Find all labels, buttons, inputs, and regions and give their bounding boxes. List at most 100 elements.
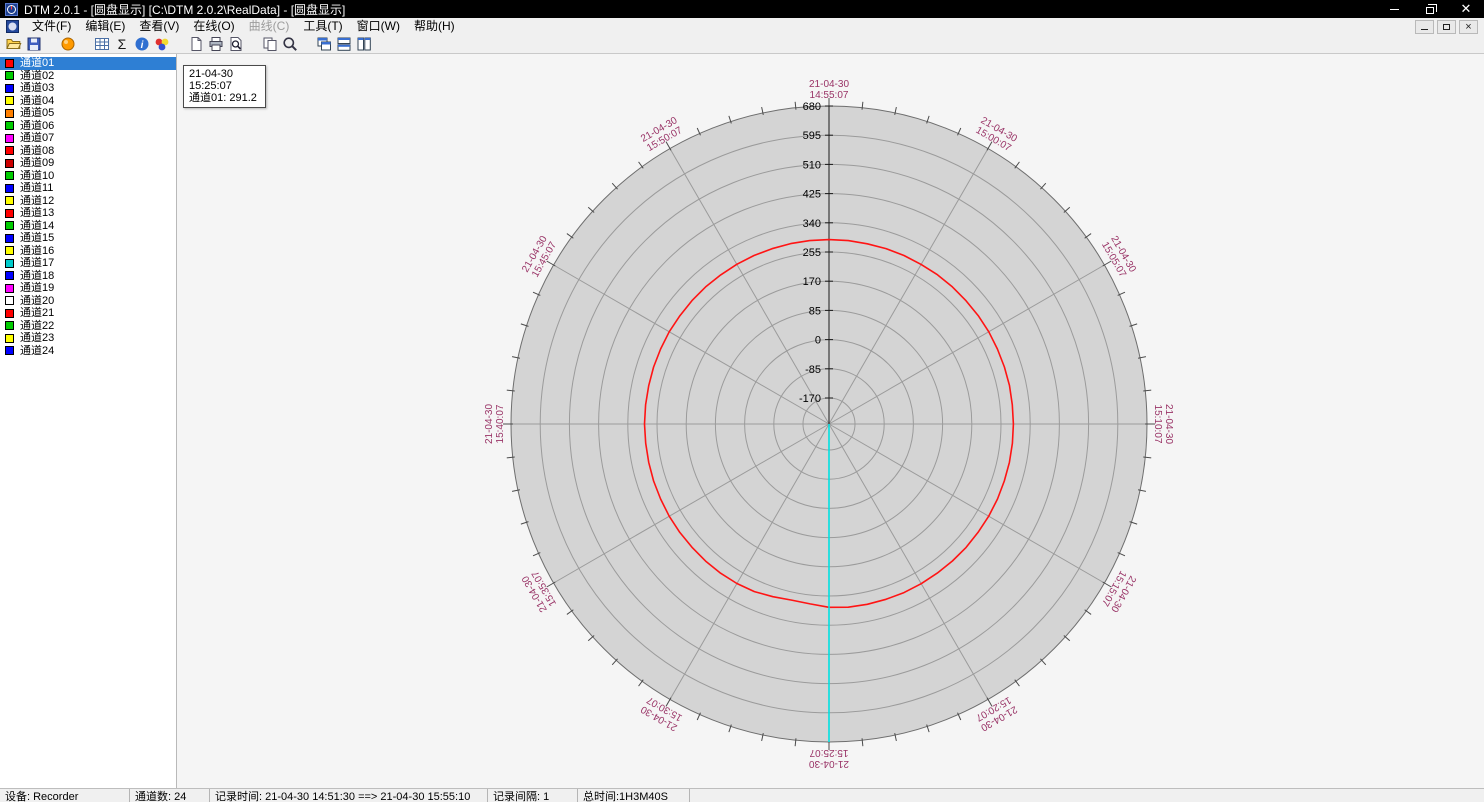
cascade-windows-button[interactable] — [314, 35, 334, 53]
channel-item-16[interactable]: 通道16 — [0, 245, 176, 258]
menu-file[interactable]: 文件(F) — [25, 18, 78, 35]
chart-area[interactable]: 680595510425340255170850-85-17021-04-301… — [177, 54, 1484, 788]
channel-item-13[interactable]: 通道13 — [0, 207, 176, 220]
toolbar: Σi — [0, 35, 1484, 54]
channel-color-swatch — [5, 321, 14, 330]
child-restore-button[interactable] — [1437, 20, 1456, 34]
channel-item-12[interactable]: 通道12 — [0, 195, 176, 208]
ball-button[interactable] — [58, 35, 78, 53]
channel-color-swatch — [5, 259, 14, 268]
status-bar: 设备: Recorder通道数: 24记录时间: 21-04-30 14:51:… — [0, 788, 1484, 802]
channel-label: 通道06 — [20, 120, 54, 132]
value-tooltip: 21-04-30 15:25:07 通道01: 291.2 — [183, 65, 266, 108]
channel-item-01[interactable]: 通道01 — [0, 57, 176, 70]
menu-view[interactable]: 查看(V) — [132, 18, 186, 35]
channel-item-14[interactable]: 通道14 — [0, 220, 176, 233]
channel-label: 通道07 — [20, 132, 54, 144]
sigma-button[interactable]: Σ — [112, 35, 132, 53]
channel-list: 通道01通道02通道03通道04通道05通道06通道07通道08通道09通道10… — [0, 54, 177, 788]
radial-axis-label: 255 — [803, 247, 821, 259]
ball-icon — [60, 36, 76, 52]
menu-window[interactable]: 窗口(W) — [350, 18, 407, 35]
title-bar: DTM 2.0.1 - [圆盘显示] [C:\DTM 2.0.2\RealDat… — [0, 0, 1484, 18]
polar-chart[interactable]: 680595510425340255170850-85-17021-04-301… — [177, 54, 1484, 788]
radial-axis-label: 595 — [803, 130, 821, 142]
channel-item-22[interactable]: 通道22 — [0, 320, 176, 333]
channel-label: 通道14 — [20, 220, 54, 232]
channel-color-swatch — [5, 309, 14, 318]
tooltip-time: 15:25:07 — [189, 80, 257, 92]
channel-label: 通道04 — [20, 95, 54, 107]
print-button[interactable] — [206, 35, 226, 53]
radial-axis-label: -85 — [805, 364, 821, 376]
menu-tools[interactable]: 工具(T) — [296, 18, 349, 35]
radial-axis-label: 0 — [815, 335, 821, 347]
channel-item-07[interactable]: 通道07 — [0, 132, 176, 145]
table-button[interactable] — [92, 35, 112, 53]
channel-item-11[interactable]: 通道11 — [0, 182, 176, 195]
channel-item-18[interactable]: 通道18 — [0, 270, 176, 283]
info-button[interactable]: i — [132, 35, 152, 53]
save-file-button[interactable] — [24, 35, 44, 53]
channel-item-19[interactable]: 通道19 — [0, 282, 176, 295]
channel-item-24[interactable]: 通道24 — [0, 345, 176, 358]
zoom-button[interactable] — [280, 35, 300, 53]
channel-item-20[interactable]: 通道20 — [0, 295, 176, 308]
channel-color-swatch — [5, 109, 14, 118]
radial-axis-label: 425 — [803, 189, 821, 201]
channel-item-05[interactable]: 通道05 — [0, 107, 176, 120]
channel-item-03[interactable]: 通道03 — [0, 82, 176, 95]
channel-item-08[interactable]: 通道08 — [0, 145, 176, 158]
child-minimize-button[interactable] — [1415, 20, 1434, 34]
tile-horizontal-button[interactable] — [334, 35, 354, 53]
menu-curve: 曲线(C) — [242, 18, 297, 35]
palette-button[interactable] — [152, 35, 172, 53]
time-label: 21-04-3015:25:07 — [809, 747, 849, 769]
channel-label: 通道10 — [20, 170, 54, 182]
status-record-time: 记录时间: 21-04-30 14:51:30 ==> 21-04-30 15:… — [210, 789, 488, 802]
channel-item-21[interactable]: 通道21 — [0, 307, 176, 320]
channel-color-swatch — [5, 159, 14, 168]
app-icon — [4, 2, 18, 16]
channel-item-23[interactable]: 通道23 — [0, 332, 176, 345]
channel-item-04[interactable]: 通道04 — [0, 95, 176, 108]
print-icon — [208, 36, 224, 52]
svg-text:Σ: Σ — [118, 36, 127, 52]
open-file-button[interactable] — [4, 35, 24, 53]
channel-item-09[interactable]: 通道09 — [0, 157, 176, 170]
save-file-icon — [26, 36, 42, 52]
channel-color-swatch — [5, 246, 14, 255]
page-button[interactable] — [186, 35, 206, 53]
channel-label: 通道22 — [20, 320, 54, 332]
channel-item-06[interactable]: 通道06 — [0, 120, 176, 133]
channel-item-10[interactable]: 通道10 — [0, 170, 176, 183]
menu-help[interactable]: 帮助(H) — [407, 18, 462, 35]
minimize-button[interactable] — [1376, 0, 1412, 18]
tile-vertical-button[interactable] — [354, 35, 374, 53]
channel-label: 通道01 — [20, 57, 54, 69]
restore-button[interactable] — [1412, 0, 1448, 18]
channel-item-15[interactable]: 通道15 — [0, 232, 176, 245]
channel-color-swatch — [5, 96, 14, 105]
menu-edit[interactable]: 编辑(E) — [78, 18, 132, 35]
child-close-button[interactable]: × — [1459, 20, 1478, 34]
channel-item-02[interactable]: 通道02 — [0, 70, 176, 83]
menu-online[interactable]: 在线(O) — [186, 18, 241, 35]
channel-label: 通道02 — [20, 70, 54, 82]
channel-label: 通道20 — [20, 295, 54, 307]
window-controls: ✕ — [1376, 0, 1484, 18]
table-icon — [94, 36, 110, 52]
menu-bar-items: 文件(F)编辑(E)查看(V)在线(O)曲线(C)工具(T)窗口(W)帮助(H) — [25, 18, 462, 35]
print-preview-button[interactable] — [226, 35, 246, 53]
channel-color-swatch — [5, 346, 14, 355]
copy-button[interactable] — [260, 35, 280, 53]
channel-label: 通道17 — [20, 257, 54, 269]
minimize-icon — [1390, 9, 1399, 10]
channel-color-swatch — [5, 271, 14, 280]
close-button[interactable]: ✕ — [1448, 0, 1484, 18]
channel-item-17[interactable]: 通道17 — [0, 257, 176, 270]
channel-label: 通道05 — [20, 107, 54, 119]
copy-icon — [262, 36, 278, 52]
channel-label: 通道18 — [20, 270, 54, 282]
channel-label: 通道21 — [20, 307, 54, 319]
